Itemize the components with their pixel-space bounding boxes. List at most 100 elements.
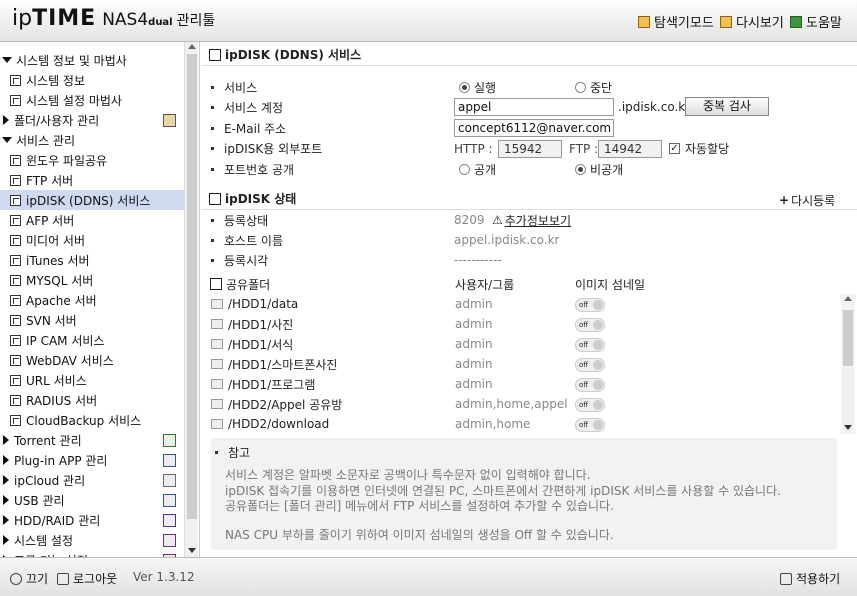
expand-right-icon xyxy=(3,435,9,445)
sidebar-item-label: CloudBackup 서비스 xyxy=(26,413,142,428)
sidebar-item-label: ipCloud 관리 xyxy=(14,473,86,488)
share-row[interactable]: /HDD2/download admin,home off xyxy=(211,414,841,434)
warning-icon: ⚠ xyxy=(492,213,503,227)
http-label: HTTP : xyxy=(454,142,493,156)
sidebar-item[interactable]: Apache 서버 xyxy=(0,290,184,310)
menu-item-icon xyxy=(10,94,21,106)
note-title-row: 참고 xyxy=(215,442,250,462)
scroll-down-icon[interactable] xyxy=(188,548,196,553)
share-folder-path: /HDD2/download xyxy=(228,417,330,431)
power-button[interactable]: 끄기 xyxy=(10,570,48,587)
reregister-link[interactable]: + 다시등록 xyxy=(779,190,835,210)
sidebar-item[interactable]: HDD/RAID 관리 xyxy=(0,510,184,530)
host-row: 호스트 이름 xyxy=(211,230,283,250)
sidebar-item[interactable]: RADIUS 서버 xyxy=(0,390,184,410)
stop-radio[interactable]: 중단 xyxy=(575,77,612,97)
sidebar-item-label: 시스템 설정 xyxy=(14,533,74,548)
sidebar-item[interactable]: ipCloud 관리 xyxy=(0,470,184,490)
scroll-down-icon[interactable] xyxy=(844,425,852,430)
sidebar-item-label: 윈도우 파일공유 xyxy=(26,153,108,168)
reg-label: 등록상태 xyxy=(224,213,269,228)
public-radio[interactable]: 공개 xyxy=(459,159,496,179)
category-icon xyxy=(163,513,176,527)
apply-button[interactable]: 적용하기 xyxy=(780,570,840,587)
sidebar-item[interactable]: 시스템 설정 마법사 xyxy=(0,90,184,110)
thumbnail-toggle[interactable]: off xyxy=(575,358,605,372)
sidebar-item[interactable]: 윈도우 파일공유 xyxy=(0,150,184,170)
sidebar-item[interactable]: iTunes 서버 xyxy=(0,250,184,270)
logout-button[interactable]: 로그아웃 xyxy=(57,570,117,587)
sidebar-item[interactable]: ipDISK (DDNS) 서비스 xyxy=(0,190,184,210)
thumbnail-toggle[interactable]: off xyxy=(575,298,605,312)
folder-icon xyxy=(211,299,223,309)
sidebar-item[interactable]: 미디어 서버 xyxy=(0,230,184,250)
menu-item-icon xyxy=(10,174,21,186)
thumbnail-toggle[interactable]: off xyxy=(575,378,605,392)
scroll-up-icon[interactable] xyxy=(188,44,196,49)
menu-item-icon xyxy=(10,154,21,166)
share-row[interactable]: /HDD1/프로그램 admin off xyxy=(211,374,841,394)
sidebar-scrollbar[interactable] xyxy=(184,42,198,557)
sidebar-item[interactable]: SVN 서버 xyxy=(0,310,184,330)
explorer-mode-label: 탐색기모드 xyxy=(654,16,714,31)
share-row[interactable]: /HDD1/서식 admin off xyxy=(211,334,841,354)
share-row[interactable]: /HDD1/스마트폰사진 admin off xyxy=(211,354,841,374)
share-user-group: admin xyxy=(455,357,493,371)
scroll-up-icon[interactable] xyxy=(844,296,852,301)
share-scroll-thumb[interactable] xyxy=(843,310,853,366)
share-row[interactable]: /HDD2/Appel 공유방 admin,home,appel off xyxy=(211,394,841,414)
sidebar-item[interactable]: Torrent 관리 xyxy=(0,430,184,450)
menu-item-icon xyxy=(10,254,21,266)
sidebar-item[interactable]: 서비스 관리 xyxy=(0,130,184,150)
sidebar-item[interactable]: USB 관리 xyxy=(0,490,184,510)
sidebar-item-label: 폴더/사용자 관리 xyxy=(14,113,100,128)
ftp-port-input[interactable]: 14942 xyxy=(598,140,662,158)
sidebar-item-label: 서비스 관리 xyxy=(16,133,76,148)
more-info-link[interactable]: ⚠ 추가정보보기 xyxy=(492,210,571,230)
explorer-mode-link[interactable]: 탐색기모드 xyxy=(638,12,714,31)
sidebar-item[interactable]: URL 서비스 xyxy=(0,370,184,390)
sidebar-item[interactable]: 고급 기능 설정 xyxy=(0,550,184,557)
sidebar-item[interactable]: AFP 서버 xyxy=(0,210,184,230)
help-link[interactable]: 도움말 xyxy=(790,12,842,31)
time-row: 등록시각 xyxy=(211,250,268,270)
menu-item-icon xyxy=(10,354,21,366)
share-scrollbar[interactable] xyxy=(841,294,855,434)
dup-check-button[interactable]: 중복 검사 xyxy=(685,97,769,116)
share-user-group: admin,home,appel xyxy=(455,397,568,411)
sidebar-item[interactable]: 시스템 설정 xyxy=(0,530,184,550)
email-input[interactable]: concept6112@naver.com xyxy=(454,119,614,137)
sidebar-item[interactable]: FTP 서버 xyxy=(0,170,184,190)
sidebar-item[interactable]: Plug-in APP 관리 xyxy=(0,450,184,470)
port-row: ipDISK용 외부포트 xyxy=(211,138,322,158)
sidebar-item-label: 미디어 서버 xyxy=(26,233,86,248)
run-radio[interactable]: 실행 xyxy=(459,77,496,97)
share-row[interactable]: /HDD1/data admin off xyxy=(211,294,841,314)
sidebar-scroll-thumb[interactable] xyxy=(187,54,197,519)
sidebar-item[interactable]: 시스템 정보 및 마법사 xyxy=(0,50,184,70)
sidebar-item[interactable]: WebDAV 서비스 xyxy=(0,350,184,370)
sidebar-item[interactable]: 폴더/사용자 관리 xyxy=(0,110,184,130)
http-port-input[interactable]: 15942 xyxy=(498,140,562,158)
share-row[interactable]: /HDD1/사진 admin off xyxy=(211,314,841,334)
category-icon xyxy=(163,113,176,127)
private-radio[interactable]: 비공개 xyxy=(575,159,623,179)
thumbnail-toggle[interactable]: off xyxy=(575,338,605,352)
sidebar-item[interactable]: IP CAM 서비스 xyxy=(0,330,184,350)
reload-link[interactable]: 다시보기 xyxy=(720,12,784,31)
sidebar-item-label: Torrent 관리 xyxy=(14,433,82,448)
reg-code-text: 8209 xyxy=(454,213,485,227)
thumbnail-toggle[interactable]: off xyxy=(575,418,605,432)
logo-admin-title: 관리툴 xyxy=(176,13,216,29)
sidebar-item[interactable]: CloudBackup 서비스 xyxy=(0,410,184,430)
auto-assign-checkbox[interactable]: ✓ 자동할당 xyxy=(669,138,729,158)
thumbnail-toggle[interactable]: off xyxy=(575,398,605,412)
bullet-icon xyxy=(211,85,214,89)
bullet-icon xyxy=(211,258,214,262)
account-input[interactable]: appel xyxy=(454,98,614,116)
sidebar-item[interactable]: MYSQL 서버 xyxy=(0,270,184,290)
thumbnail-toggle[interactable]: off xyxy=(575,318,605,332)
help-label: 도움말 xyxy=(806,16,842,31)
col-folder: 공유폴더 xyxy=(226,277,271,292)
sidebar-item[interactable]: 시스템 정보 xyxy=(0,70,184,90)
